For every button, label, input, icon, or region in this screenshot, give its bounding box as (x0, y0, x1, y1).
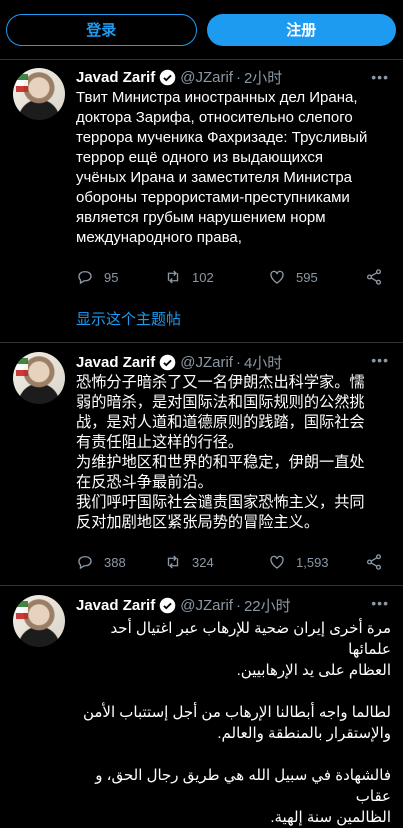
more-icon[interactable]: ••• (371, 595, 389, 611)
show-thread-link[interactable]: 显示这个主题帖 (76, 308, 391, 329)
top-bar: 登录 注册 (0, 0, 403, 60)
like-count: 1,593 (296, 554, 329, 570)
reply-icon (78, 271, 92, 285)
reply-count: 388 (104, 554, 126, 570)
verified-icon (159, 354, 176, 370)
tweet-text: مرة أخرى إيران ضحية للإرهاب عبر اغتيال أ… (82, 620, 391, 826)
author-handle[interactable]: @JZarif (180, 69, 233, 86)
timestamp[interactable]: 2小时 (244, 67, 282, 88)
like-button[interactable]: 595 (268, 268, 365, 286)
timestamp[interactable]: 4小时 (244, 352, 282, 373)
share-icon (366, 554, 382, 570)
retweet-count: 324 (192, 554, 214, 570)
share-button[interactable] (365, 553, 383, 571)
reply-button[interactable]: 95 (76, 268, 164, 286)
heart-icon (270, 555, 284, 569)
retweet-button[interactable]: 324 (164, 553, 268, 571)
reply-count: 95 (104, 269, 119, 285)
tweet[interactable]: ••• Javad Zarif @JZarif · 22小时 مرة أخرى … (0, 586, 403, 826)
author-handle[interactable]: @JZarif (180, 597, 233, 614)
separator: · (235, 68, 241, 86)
retweet-icon (167, 270, 179, 284)
tweet-text: Твит Министра иностранных дел Ирана, док… (76, 89, 368, 246)
retweet-count: 102 (192, 269, 214, 285)
share-icon (366, 269, 382, 285)
tweet[interactable]: ••• Javad Zarif @JZarif · 4小时 恐怖分子暗杀了又一名… (0, 343, 403, 586)
avatar[interactable] (13, 595, 65, 647)
tweet-header: Javad Zarif @JZarif · 2小时 (76, 66, 391, 88)
tweet-actions: 95 102 595 (76, 267, 391, 287)
separator: · (235, 596, 241, 614)
more-icon[interactable]: ••• (371, 352, 389, 368)
retweet-button[interactable]: 102 (164, 268, 268, 286)
timestamp[interactable]: 22小时 (244, 595, 291, 616)
heart-icon (270, 270, 284, 284)
tweet-header: Javad Zarif @JZarif · 4小时 (76, 351, 391, 373)
author-name[interactable]: Javad Zarif (76, 597, 155, 614)
author-handle[interactable]: @JZarif (180, 354, 233, 371)
avatar[interactable] (13, 68, 65, 120)
tweet-header: Javad Zarif @JZarif · 22小时 (76, 594, 391, 616)
tweet-text: 恐怖分子暗杀了又一名伊朗杰出科学家。懦 弱的暗杀，是对国际法和国际规则的公然挑 … (76, 374, 365, 531)
avatar[interactable] (13, 352, 65, 404)
like-count: 595 (296, 269, 318, 285)
tweet-actions: 388 324 1,593 (76, 552, 391, 572)
signup-button[interactable]: 注册 (206, 13, 396, 46)
tweet[interactable]: ••• Javad Zarif @JZarif · 2小时 Твит Минис… (0, 60, 403, 343)
share-button[interactable] (365, 268, 383, 286)
author-name[interactable]: Javad Zarif (76, 69, 155, 86)
login-button[interactable]: 登录 (6, 13, 197, 46)
separator: · (235, 353, 241, 371)
like-button[interactable]: 1,593 (268, 553, 365, 571)
verified-icon (159, 69, 176, 85)
retweet-icon (167, 555, 179, 569)
author-name[interactable]: Javad Zarif (76, 354, 155, 371)
reply-icon (78, 556, 92, 570)
more-icon[interactable]: ••• (371, 69, 389, 85)
reply-button[interactable]: 388 (76, 553, 164, 571)
verified-icon (159, 597, 176, 613)
